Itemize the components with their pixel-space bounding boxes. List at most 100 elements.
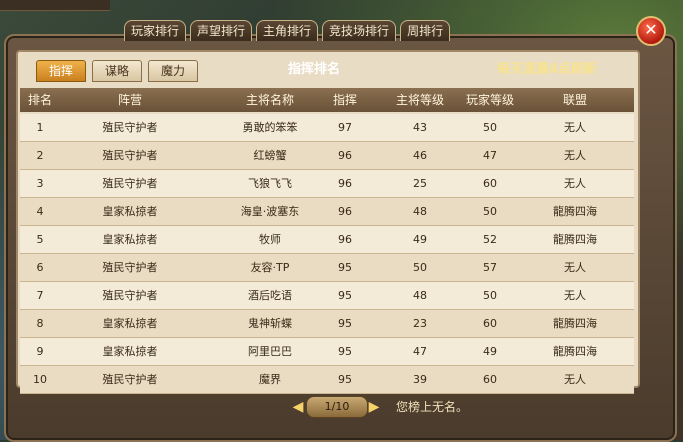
table-row[interactable]: 7 殖民守护者 酒后吃语 95 48 50 无人 [20,282,634,310]
rank-cell: 5 [36,233,44,246]
hero-level-cell: 23 [413,317,427,330]
faction-cell: 殖民守护者 [102,289,158,302]
hero-level-cell: 25 [413,177,427,190]
alliance-cell: 无人 [564,261,586,274]
column-header-hero-level: 主将等级 [395,93,444,107]
table-row[interactable]: 6 殖民守护者 友容·TP 95 50 57 无人 [20,254,634,282]
table-row[interactable]: 9 皇家私掠者 阿里巴巴 95 47 49 龍腾四海 [20,338,634,366]
rank-cell: 9 [36,345,44,358]
player-level-cell: 47 [483,149,497,162]
hero-level-cell: 43 [413,121,427,134]
hero-level-cell: 39 [413,373,427,386]
table-header: 排名 阵营 主将名称 指挥 主将等级 玩家等级 联盟 [20,88,634,112]
faction-cell: 殖民守护者 [102,177,158,190]
hero-level-cell: 49 [413,233,427,246]
player-level-cell: 50 [483,205,497,218]
hero-level-cell: 46 [413,149,427,162]
hero-level-cell: 48 [413,289,427,302]
command-cell: 95 [338,261,352,274]
faction-cell: 皇家私掠者 [102,233,158,246]
next-page-button[interactable]: ▶ [368,398,380,416]
tab-player-ranking[interactable]: 玩家排行 [124,20,187,41]
arrow-right-icon: ▶ [368,399,380,415]
alliance-cell: 无人 [564,121,586,134]
rank-cell: 7 [36,289,44,302]
player-level-cell: 52 [483,233,497,246]
player-level-cell: 57 [483,261,497,274]
faction-cell: 殖民守护者 [102,373,158,386]
hero-name-cell: 阿里巴巴 [248,345,292,358]
top-strip [0,0,110,11]
alliance-cell: 龍腾四海 [553,345,597,358]
tab-arena-ranking[interactable]: 竞技场排行 [322,20,397,41]
hero-name-cell: 牧师 [259,233,281,246]
faction-cell: 皇家私掠者 [102,317,158,330]
rank-cell: 3 [36,177,44,190]
faction-cell: 皇家私掠者 [102,205,158,218]
pagination: ◀ 1/10 ▶ [292,396,382,418]
rank-cell: 8 [36,317,44,330]
hero-name-cell: 鬼神斩蝶 [248,317,292,330]
table-row[interactable]: 10 殖民守护者 魔界 95 39 60 无人 [20,366,634,394]
faction-cell: 殖民守护者 [102,149,158,162]
hero-name-cell: 酒后吃语 [248,289,292,302]
arrow-left-icon: ◀ [292,399,304,415]
hero-name-cell: 飞狼飞飞 [248,177,292,190]
player-level-cell: 50 [483,289,497,302]
hero-name-cell: 勇敢的笨笨 [242,121,298,134]
tab-hero-ranking[interactable]: 主角排行 [256,20,319,41]
column-header-player-level: 玩家等级 [465,93,514,107]
table-row[interactable]: 3 殖民守护者 飞狼飞飞 96 25 60 无人 [20,170,634,198]
table-row[interactable]: 4 皇家私掠者 海皇·波塞东 96 48 50 龍腾四海 [20,198,634,226]
command-cell: 95 [338,317,352,330]
hero-name-cell: 红螃蟹 [253,149,287,162]
prev-page-button[interactable]: ◀ [292,398,304,416]
table-row[interactable]: 8 皇家私掠者 鬼神斩蝶 95 23 60 龍腾四海 [20,310,634,338]
alliance-cell: 无人 [564,289,586,302]
rank-cell: 6 [36,261,44,274]
hero-level-cell: 48 [413,205,427,218]
hero-name-cell: 友容·TP [250,261,290,274]
hero-level-cell: 47 [413,345,427,358]
column-header-command: 指挥 [332,93,357,107]
table-row[interactable]: 5 皇家私掠者 牧师 96 49 52 龍腾四海 [20,226,634,254]
player-level-cell: 60 [483,373,497,386]
column-header-hero-name: 主将名称 [245,93,294,107]
rank-cell: 10 [33,373,47,386]
alliance-cell: 无人 [564,373,586,386]
faction-cell: 皇家私掠者 [102,345,158,358]
alliance-cell: 无人 [564,149,586,162]
ranking-table-body: 1 殖民守护者 勇敢的笨笨 97 43 50 无人 2 殖民守护者 红螃蟹 96… [20,114,634,394]
command-cell: 96 [338,205,352,218]
command-cell: 96 [338,177,352,190]
rank-cell: 4 [36,205,44,218]
rank-cell: 1 [36,121,44,134]
command-cell: 95 [338,345,352,358]
alliance-cell: 龍腾四海 [553,233,597,246]
player-level-cell: 49 [483,345,497,358]
player-level-cell: 50 [483,121,497,134]
subtab-magic[interactable]: 魔力 [148,60,198,82]
player-level-cell: 60 [483,317,497,330]
table-row[interactable]: 2 殖民守护者 红螃蟹 96 46 47 无人 [20,142,634,170]
page-indicator: 1/10 [306,396,368,418]
table-row[interactable]: 1 殖民守护者 勇敢的笨笨 97 43 50 无人 [20,114,634,142]
alliance-cell: 无人 [564,177,586,190]
faction-cell: 殖民守护者 [102,261,158,274]
tab-fame-ranking[interactable]: 声望排行 [190,20,253,41]
player-level-cell: 60 [483,177,497,190]
subtab-strategy[interactable]: 谋略 [92,60,142,82]
top-tabs: 玩家排行 声望排行 主角排行 竞技场排行 周排行 [124,20,451,42]
column-header-rank: 排名 [27,93,52,107]
command-cell: 95 [338,289,352,302]
subtab-command[interactable]: 指挥 [36,60,86,82]
rank-cell: 2 [36,149,44,162]
alliance-cell: 龍腾四海 [553,205,597,218]
faction-cell: 殖民守护者 [102,121,158,134]
close-button[interactable]: ✕ [636,16,666,46]
tab-weekly-ranking[interactable]: 周排行 [400,20,451,41]
close-icon: ✕ [644,20,658,39]
column-header-faction: 阵营 [117,93,142,107]
refresh-note: 每天凌晨4点刷新 [497,62,598,77]
hero-name-cell: 海皇·波塞东 [240,205,300,218]
